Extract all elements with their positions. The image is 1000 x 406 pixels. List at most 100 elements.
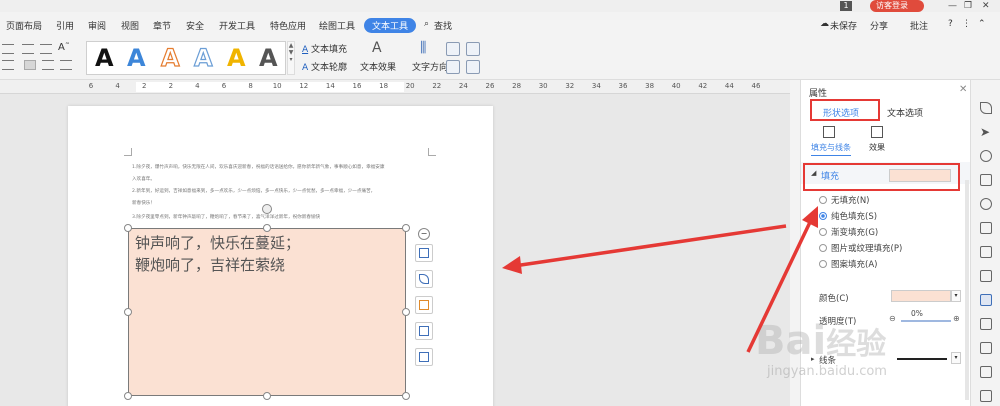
selected-text-box[interactable]: 钟声响了，快乐在蔓延； 鞭炮响了，吉祥在萦绕: [128, 228, 406, 396]
outline-pen-button[interactable]: [415, 270, 433, 288]
archive-icon[interactable]: [980, 390, 992, 402]
save-icon[interactable]: [980, 366, 992, 378]
menu-chapter[interactable]: 章节: [153, 19, 171, 32]
radio-pattern-fill[interactable]: 图案填充(A): [819, 258, 877, 270]
resize-handle-bottom-left[interactable]: [124, 392, 132, 400]
resize-handle-top[interactable]: [263, 224, 271, 232]
text-fill-button[interactable]: A 文本填充: [302, 42, 347, 55]
smart-icon[interactable]: [980, 198, 992, 210]
fill-bucket-button[interactable]: [415, 296, 433, 314]
menu-review[interactable]: 审阅: [88, 19, 106, 32]
resize-handle-right[interactable]: [402, 308, 410, 316]
image-icon[interactable]: [980, 246, 992, 258]
guest-login-button[interactable]: 访客登录: [870, 0, 924, 12]
arrange-icon[interactable]: [466, 42, 480, 56]
unsaved-status[interactable]: 未保存: [830, 19, 857, 32]
style-a-orange-outline[interactable]: A: [160, 43, 180, 72]
align-objects-icon[interactable]: [466, 60, 480, 74]
style-a-blue-outline[interactable]: A: [193, 43, 213, 72]
radio-no-fill[interactable]: 无填充(N): [819, 194, 870, 206]
align-right-icon[interactable]: [60, 60, 72, 70]
text-direction-button[interactable]: 文字方向: [412, 60, 448, 73]
cursor-select-icon[interactable]: ➤: [980, 126, 992, 138]
text-wrap-button[interactable]: [415, 348, 433, 366]
align-center-icon[interactable]: [42, 60, 54, 70]
ruler-number: 2: [141, 82, 147, 90]
radio-picture-fill[interactable]: 图片或纹理填充(P): [819, 242, 902, 254]
title-strip: 1 访客登录 — ❐ ✕: [0, 0, 1000, 12]
subtab-effect[interactable]: 效果: [869, 142, 885, 153]
menu-view[interactable]: 视图: [121, 19, 139, 32]
copy-icon[interactable]: [980, 318, 992, 330]
tab-shape-options[interactable]: 形状选项: [823, 106, 859, 119]
subtab-fill-line[interactable]: 填充与线条: [811, 142, 851, 156]
menu-security[interactable]: 安全: [186, 19, 204, 32]
text-box-line[interactable]: 鞭炮响了，吉祥在萦绕: [135, 254, 285, 275]
location-icon[interactable]: [980, 150, 992, 162]
tab-text-options[interactable]: 文本选项: [887, 106, 923, 119]
annotate-button[interactable]: 批注: [910, 19, 928, 32]
collapse-float-icon[interactable]: −: [418, 228, 430, 240]
text-effect-button[interactable]: 文本效果: [360, 60, 396, 73]
indent-increase-icon[interactable]: [40, 44, 52, 54]
fill-color-preview[interactable]: [889, 169, 951, 182]
search-icon[interactable]: ⌕: [424, 19, 429, 29]
resize-handle-top-right[interactable]: [402, 224, 410, 232]
minimize-icon[interactable]: —: [948, 0, 957, 12]
panel-scrollbar[interactable]: [965, 180, 969, 400]
properties-icon[interactable]: [980, 294, 992, 306]
rotate-handle-icon[interactable]: [262, 204, 272, 214]
resize-handle-left[interactable]: [124, 308, 132, 316]
menu-references[interactable]: 引用: [56, 19, 74, 32]
radio-gradient-fill[interactable]: 渐变填充(G): [819, 226, 878, 238]
color-dropdown-icon[interactable]: ▾: [951, 290, 961, 302]
ruler-number: 20: [405, 82, 415, 90]
radio-solid-fill[interactable]: 纯色填充(S): [819, 210, 877, 222]
panel-close-icon[interactable]: ✕: [959, 84, 967, 95]
restore-icon[interactable]: ❐: [964, 0, 972, 12]
menu-developer[interactable]: 开发工具: [219, 19, 255, 32]
text-effect-icon[interactable]: A: [372, 40, 382, 56]
table-icon[interactable]: [980, 222, 992, 234]
menu-drawing-tools[interactable]: 绘图工具: [319, 19, 355, 32]
align-justify-icon[interactable]: [24, 60, 36, 70]
text-outline-button[interactable]: A 文本轮廓: [302, 60, 347, 73]
color-picker[interactable]: [891, 290, 951, 302]
text-direction-icon[interactable]: ⫼: [420, 40, 426, 56]
paragraph: 新春快乐！: [132, 201, 155, 206]
help-button[interactable]: ?: [948, 19, 953, 29]
style-a-blue[interactable]: A: [127, 44, 146, 72]
layout-options-button[interactable]: [415, 244, 433, 262]
resize-handle-top-left[interactable]: [124, 224, 132, 232]
menu-bar: 页面布局 引用 审阅 视图 章节 安全 开发工具 特色应用 绘图工具 文本工具 …: [0, 12, 1000, 38]
more-icon[interactable]: ⋮: [962, 19, 971, 29]
collapse-arrow-icon[interactable]: ◢: [811, 169, 816, 177]
shape-outline-button[interactable]: [415, 322, 433, 340]
shapes-icon[interactable]: [980, 174, 992, 186]
align-left-icon[interactable]: [2, 60, 14, 70]
gallery-scroll[interactable]: ▲ ▼ ▾: [287, 41, 295, 75]
close-icon[interactable]: ✕: [982, 0, 990, 12]
style-a-black[interactable]: A: [95, 44, 114, 72]
share-button[interactable]: 分享: [870, 19, 888, 32]
menu-special-apps[interactable]: 特色应用: [270, 19, 306, 32]
collapse-ribbon-icon[interactable]: ⌃: [978, 19, 986, 29]
edit-pen-icon[interactable]: [980, 102, 992, 114]
wrap-text-icon[interactable]: [446, 60, 460, 74]
share-export-icon[interactable]: [980, 342, 992, 354]
font-size-icon[interactable]: A˜: [58, 42, 70, 53]
indent-decrease-icon[interactable]: [22, 44, 34, 54]
menu-page-layout[interactable]: 页面布局: [6, 19, 42, 32]
ruler-number: 22: [432, 82, 442, 90]
text-box-line[interactable]: 钟声响了，快乐在蔓延；: [135, 232, 300, 253]
style-a-gray[interactable]: A: [259, 44, 278, 72]
menu-search[interactable]: 查找: [434, 19, 452, 32]
menu-text-tools[interactable]: 文本工具: [364, 18, 417, 33]
style-a-gold[interactable]: A: [227, 44, 246, 72]
text-box-icon[interactable]: [446, 42, 460, 56]
resize-handle-bottom-right[interactable]: [402, 392, 410, 400]
bullet-list-icon[interactable]: [2, 44, 14, 54]
effect-icon: [871, 126, 883, 138]
text-icon[interactable]: [980, 270, 992, 282]
resize-handle-bottom[interactable]: [263, 392, 271, 400]
